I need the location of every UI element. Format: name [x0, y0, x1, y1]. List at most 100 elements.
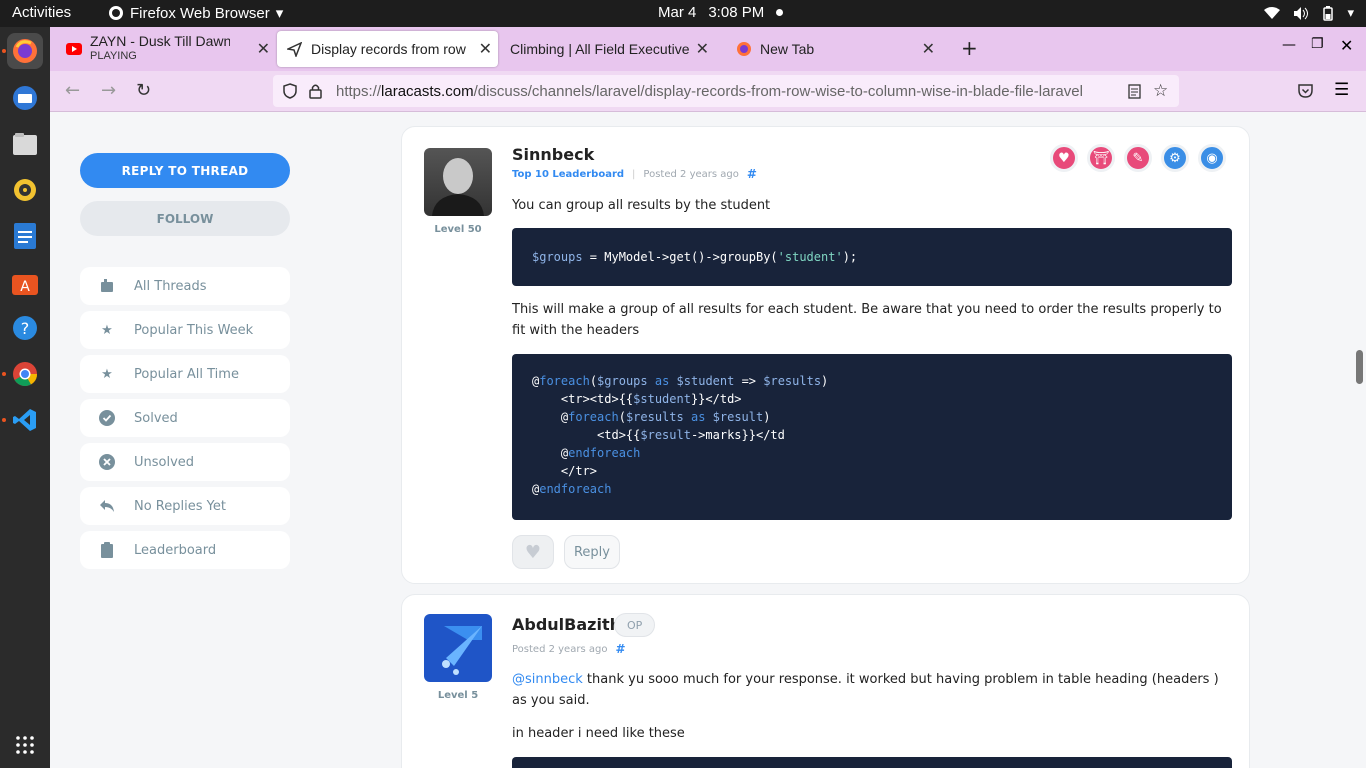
sidebar-item-no-replies[interactable]: No Replies Yet	[80, 487, 290, 525]
thunderbird-icon[interactable]	[7, 80, 43, 116]
url-bar[interactable]: https://laracasts.com/discuss/channels/l…	[273, 75, 1179, 107]
youtube-icon	[66, 43, 82, 55]
chrome-icon[interactable]	[7, 356, 43, 392]
x-circle-icon	[80, 454, 134, 470]
forward-icon[interactable]: →	[101, 80, 116, 101]
sidebar-item-label: Unsolved	[134, 454, 195, 470]
reload-icon[interactable]: ↻	[136, 80, 151, 101]
close-icon[interactable]: ✕	[922, 39, 935, 59]
post-text: You can group all results by the student	[512, 198, 771, 213]
user-level: Level 5	[437, 690, 479, 701]
bookmark-star-icon[interactable]: ☆	[1153, 81, 1168, 101]
sidebar-item-leaderboard[interactable]: Leaderboard	[80, 531, 290, 569]
rhythmbox-icon[interactable]	[7, 172, 43, 208]
shield-icon	[283, 83, 297, 99]
sidebar-item-solved[interactable]: Solved	[80, 399, 290, 437]
post-text: in header i need like these	[512, 726, 685, 741]
close-icon[interactable]: ✕	[257, 39, 270, 59]
page-content: REPLY TO THREAD FOLLOW All Threads ★ Pop…	[50, 112, 1366, 768]
window-close-icon[interactable]: ✕	[1340, 36, 1353, 55]
chevron-down-icon: ▾	[275, 5, 284, 22]
avatar[interactable]	[424, 614, 492, 682]
files-icon[interactable]	[7, 126, 43, 162]
op-badge: OP	[614, 613, 656, 637]
permalink[interactable]: #	[615, 642, 625, 656]
navigation-bar: ← → ↻ https://laracasts.com/discuss/chan…	[50, 71, 1366, 112]
rank-badge[interactable]: Top 10 Leaderboard	[512, 169, 624, 180]
show-apps-icon[interactable]	[7, 727, 43, 763]
activities-button[interactable]: Activities	[12, 4, 71, 21]
firefox-icon	[109, 6, 123, 20]
code-block: @foreach($groups as $student => $results…	[512, 354, 1232, 520]
writer-icon[interactable]	[7, 218, 43, 254]
author-name[interactable]: AbdulBazith	[512, 615, 621, 634]
post-text: This will make a group of all results fo…	[512, 302, 1222, 338]
post-meta: Posted 2 years ago #	[512, 642, 626, 656]
achievement-badge-icon[interactable]: ⛩	[1087, 144, 1115, 172]
sidebar-item-popular-week[interactable]: ★ Popular This Week	[80, 311, 290, 349]
vscode-icon[interactable]	[7, 402, 43, 438]
minimize-icon[interactable]: —	[1282, 37, 1296, 53]
user-level: Level 50	[434, 224, 482, 235]
avatar[interactable]	[424, 148, 492, 216]
clipboard-icon	[80, 542, 134, 558]
page-scrollbar[interactable]	[1356, 350, 1363, 384]
system-tray[interactable]: ▾	[1264, 5, 1354, 21]
date-label: Mar 4	[658, 4, 697, 21]
time-label: 3:08 PM	[708, 4, 765, 21]
reply-card: Level 5 AbdulBazith OP Posted 2 years ag…	[401, 594, 1250, 768]
close-icon[interactable]: ✕	[696, 39, 709, 59]
post-meta: Top 10 Leaderboard | Posted 2 years ago …	[512, 167, 757, 181]
clock[interactable]: Mar 4 3:08 PM	[658, 4, 784, 21]
reply-button[interactable]: Reply	[564, 535, 620, 569]
reader-view-icon[interactable]	[1128, 83, 1141, 99]
permalink[interactable]: #	[747, 167, 757, 181]
star-icon: ★	[101, 322, 113, 338]
help-icon[interactable]: ?	[7, 310, 43, 346]
sidebar-item-label: All Threads	[134, 278, 207, 294]
reply-to-thread-button[interactable]: REPLY TO THREAD	[80, 153, 290, 188]
author-name[interactable]: Sinnbeck	[512, 145, 594, 164]
sidebar-item-label: Popular This Week	[134, 322, 254, 338]
posted-time: Posted 2 years ago	[512, 643, 608, 655]
tab-youtube[interactable]: ZAYN - Dusk Till Dawn (Of PLAYING ✕	[56, 31, 276, 67]
laracasts-icon	[287, 41, 302, 57]
firefox-icon	[737, 42, 751, 56]
close-icon[interactable]: ✕	[479, 39, 492, 59]
follow-button[interactable]: FOLLOW	[80, 201, 290, 236]
sidebar-item-label: Solved	[134, 410, 178, 426]
star-icon: ★	[101, 366, 113, 382]
sidebar-item-unsolved[interactable]: Unsolved	[80, 443, 290, 481]
sidebar-item-popular-all-time[interactable]: ★ Popular All Time	[80, 355, 290, 393]
battery-icon	[1323, 5, 1334, 21]
check-circle-icon	[80, 410, 134, 426]
tab-strip: ZAYN - Dusk Till Dawn (Of PLAYING ✕ Disp…	[50, 27, 1366, 71]
tab-title: Climbing | All Field Executive	[510, 41, 690, 57]
menu-icon[interactable]: ☰	[1334, 80, 1349, 100]
achievement-badge-icon[interactable]: ◉	[1198, 144, 1226, 172]
tab-new[interactable]: New Tab ✕	[726, 31, 941, 67]
svg-text:A: A	[20, 279, 30, 295]
tab-title: ZAYN - Dusk Till Dawn (Of	[90, 34, 230, 49]
sidebar-item-all-threads[interactable]: All Threads	[80, 267, 290, 305]
tab-title: Display records from row	[311, 41, 466, 57]
achievement-badge-icon[interactable]: ✎	[1124, 144, 1152, 172]
new-tab-icon[interactable]: +	[961, 36, 978, 60]
system-top-bar: Activities Firefox Web Browser ▾ Mar 4 3…	[0, 0, 1366, 27]
sidebar-item-label: No Replies Yet	[134, 498, 226, 514]
like-button[interactable]: ♥	[512, 535, 554, 569]
reply-card: Level 50 Sinnbeck Top 10 Leaderboard | P…	[401, 126, 1250, 584]
achievement-badge-icon[interactable]: ⚙	[1161, 144, 1189, 172]
software-icon[interactable]: A	[7, 264, 43, 300]
reply-arrow-icon	[80, 499, 134, 513]
tab-laracasts[interactable]: Display records from row ✕	[277, 31, 498, 67]
maximize-icon[interactable]: ❐	[1311, 36, 1324, 52]
tab-climbing[interactable]: Climbing | All Field Executive ✕	[500, 31, 715, 67]
pocket-icon[interactable]	[1298, 84, 1313, 98]
back-icon[interactable]: ←	[65, 80, 80, 101]
user-mention[interactable]: @sinnbeck	[512, 672, 583, 687]
app-menu[interactable]: Firefox Web Browser ▾	[108, 4, 283, 22]
lock-icon	[309, 84, 322, 99]
achievement-badge-icon[interactable]: ♥	[1050, 144, 1078, 172]
firefox-icon[interactable]	[7, 33, 43, 69]
